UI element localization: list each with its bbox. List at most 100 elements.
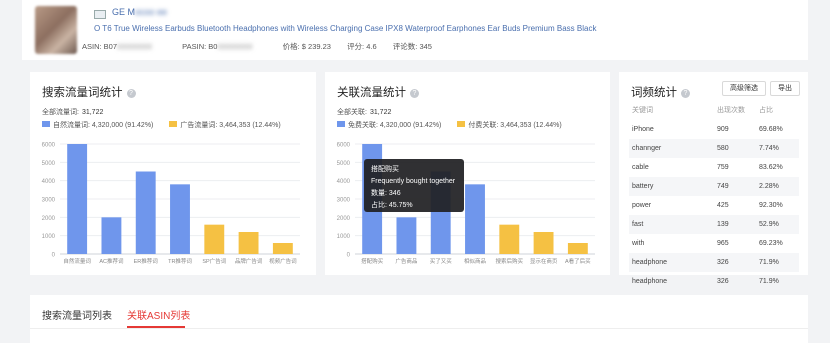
- bar[interactable]: [567, 243, 588, 254]
- bar[interactable]: [170, 184, 190, 254]
- count-cell: 965: [717, 240, 729, 247]
- tooltip-title: 搭配购买: [371, 166, 399, 173]
- help-icon[interactable]: ?: [681, 89, 690, 98]
- y-tick-label: 0: [347, 253, 351, 259]
- tab-divider: [30, 328, 808, 329]
- chart-tooltip: 搭配购买 Frequently bought together 数量: 346 …: [364, 159, 464, 212]
- x-tick-label: 显示在商页: [530, 257, 558, 265]
- keyword-cell: headphone: [632, 278, 668, 285]
- ratio-cell: 71.9%: [759, 278, 779, 285]
- review-count: 评论数: 345: [392, 42, 432, 51]
- list-tabs: 搜索流量词列表 关联ASIN列表: [30, 295, 808, 343]
- bar[interactable]: [135, 171, 156, 255]
- y-tick-label: 0: [52, 253, 56, 259]
- y-tick-label: 3000: [42, 198, 56, 204]
- count-cell: 909: [717, 126, 729, 133]
- marketplace-flag-icon: [94, 10, 106, 19]
- ratio-cell: 2.28%: [759, 177, 799, 196]
- bar[interactable]: [465, 184, 485, 254]
- parent-asin: PASIN: B0XXXXXXX: [182, 42, 253, 51]
- x-tick-label: 相似商品: [464, 257, 487, 265]
- tooltip-count: 数量: 346: [371, 190, 401, 197]
- x-tick-label: AC推荐词: [99, 257, 124, 265]
- column-header-ratio[interactable]: 占比: [759, 100, 799, 120]
- bar[interactable]: [272, 243, 293, 254]
- y-tick-label: 2000: [337, 216, 351, 222]
- table-row[interactable]: fast 139 52.9%: [629, 215, 799, 234]
- bar[interactable]: [499, 224, 520, 254]
- tab-search-keywords[interactable]: 搜索流量词列表: [42, 307, 112, 322]
- keyword-cell: with: [632, 240, 645, 247]
- y-tick-label: 3000: [337, 198, 351, 204]
- table-row[interactable]: cable 759 83.62%: [629, 158, 799, 177]
- tab-related-asin[interactable]: 关联ASIN列表: [127, 307, 190, 322]
- bar[interactable]: [396, 217, 417, 254]
- y-tick-label: 4000: [337, 179, 351, 185]
- tooltip-subtitle: Frequently bought together: [371, 178, 456, 185]
- x-tick-label: 买了又买: [430, 257, 453, 265]
- ratio-cell: 69.23%: [759, 240, 783, 247]
- word-frequency-panel: 词频统计? 高级筛选 导出 关键词 出现次数 占比 iPhone 909 69.68…: [619, 72, 808, 285]
- x-tick-label: TR推荐词: [168, 257, 192, 265]
- keyword-cell: battery: [629, 177, 717, 196]
- table-row[interactable]: headphone 326 71.9%: [629, 272, 799, 291]
- word-frequency-table: 关键词 出现次数 占比 iPhone 909 69.68% channger 580 7.…: [629, 100, 799, 291]
- table-row[interactable]: iPhone 909 69.68%: [629, 120, 799, 139]
- column-header-keyword[interactable]: 关键词: [629, 100, 717, 120]
- rating: 评分: 4.6: [347, 42, 377, 51]
- count-cell: 425: [717, 202, 729, 209]
- bar[interactable]: [204, 224, 225, 254]
- table-header: 关键词 出现次数 占比: [629, 100, 799, 120]
- search-traffic-bar-chart: 0 1000 2000 3000 4000 5000 6000 自然流量词 AC推荐词 ER推荐词…: [42, 143, 300, 265]
- product-meta: ASIN: B07XXXXXXX PASIN: B0XXXXXXX 价格: $ …: [82, 41, 446, 52]
- y-tick-label: 6000: [42, 143, 56, 149]
- price: 价格: $ 239.23: [282, 42, 331, 51]
- ratio-cell: 69.68%: [759, 126, 783, 133]
- column-header-count[interactable]: 出现次数: [717, 100, 759, 120]
- table-row[interactable]: channger 580 7.74%: [629, 139, 799, 158]
- count-cell: 326: [717, 278, 729, 285]
- search-traffic-panel: 搜索流量词统计? 全部流量词: 31,722 自然流量词: 4,320,000 (…: [30, 72, 316, 275]
- asin: ASIN: B07XXXXXXX: [82, 42, 153, 51]
- table-row[interactable]: headphone 326 71.9%: [629, 253, 799, 272]
- y-tick-label: 4000: [42, 179, 56, 185]
- product-header: GE Mocoo ee O T6 True Wireless Earbuds B…: [22, 0, 808, 60]
- y-tick-label: 6000: [337, 143, 351, 149]
- product-title[interactable]: O T6 True Wireless Earbuds Bluetooth Hea…: [94, 24, 794, 33]
- bar[interactable]: [533, 232, 554, 254]
- count-cell: 759: [717, 164, 729, 171]
- keyword-cell: iPhone: [632, 126, 654, 133]
- y-tick-label: 1000: [337, 234, 351, 240]
- panel-title: 词频统计?: [631, 84, 690, 100]
- ratio-cell: 71.9%: [759, 253, 799, 272]
- bar[interactable]: [238, 232, 259, 254]
- product-brand[interactable]: GE Mocoo ee: [112, 7, 167, 17]
- x-tick-label: ER推荐词: [134, 257, 159, 265]
- export-button[interactable]: 导出: [770, 81, 800, 96]
- count-cell: 749: [717, 177, 759, 196]
- ratio-cell: 92.30%: [759, 202, 783, 209]
- x-tick-label: 自然流量词: [63, 257, 91, 265]
- table-row[interactable]: power 425 92.30%: [629, 196, 799, 215]
- x-tick-label: 品牌广告词: [235, 257, 263, 265]
- count-cell: 580: [717, 139, 759, 158]
- x-tick-label: SP广告词: [202, 257, 226, 265]
- y-tick-label: 2000: [42, 216, 56, 222]
- advanced-filter-button[interactable]: 高级筛选: [722, 81, 766, 96]
- table-row[interactable]: battery 749 2.28%: [629, 177, 799, 196]
- table-row[interactable]: with 965 69.23%: [629, 234, 799, 253]
- ratio-cell: 83.62%: [759, 164, 783, 171]
- tooltip-ratio: 占比: 45.75%: [371, 202, 413, 209]
- x-tick-label: 搜索后购买: [496, 257, 524, 265]
- keyword-cell: headphone: [629, 253, 717, 272]
- y-tick-label: 5000: [42, 161, 56, 167]
- x-tick-label: 视频广告词: [269, 257, 297, 265]
- keyword-cell: power: [632, 202, 652, 209]
- x-tick-label: A看了后买: [565, 257, 591, 265]
- bar[interactable]: [101, 217, 122, 254]
- bar[interactable]: [67, 144, 88, 254]
- product-thumbnail[interactable]: [35, 6, 77, 54]
- ratio-cell: 52.9%: [759, 215, 799, 234]
- keyword-cell: fast: [629, 215, 717, 234]
- y-tick-label: 1000: [42, 234, 56, 240]
